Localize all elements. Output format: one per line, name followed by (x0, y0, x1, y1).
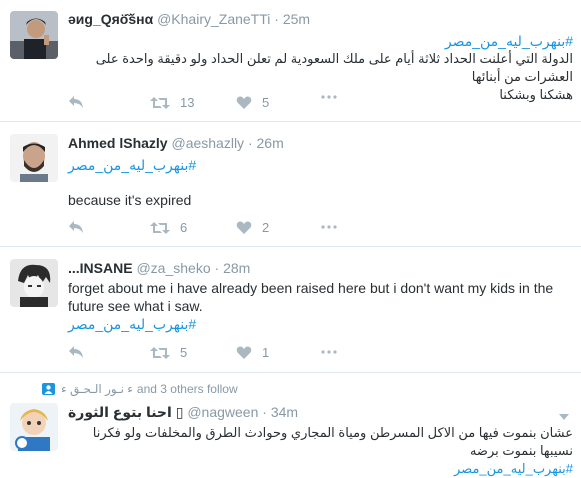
reply-icon (69, 346, 83, 358)
retweet-icon (150, 96, 170, 109)
heart-icon (236, 221, 252, 234)
reply-button[interactable] (68, 345, 84, 359)
user-name[interactable]: ...INSANE (68, 260, 133, 276)
retweet-count: 6 (180, 220, 188, 235)
like-count: 2 (262, 220, 270, 235)
tweet: ...INSANE @za_sheko · 28m forget about m… (0, 247, 581, 373)
retweet-count: 5 (180, 345, 188, 360)
tweet-text: because it's expired (68, 192, 192, 208)
hashtag-link[interactable]: #بنهرب_ليه_من_مصر (445, 33, 573, 49)
hashtag-link[interactable]: #بنهرب_ليه_من_مصر (68, 316, 196, 332)
reply-button[interactable] (68, 220, 84, 234)
tweet-text-line: future see what i saw. (68, 298, 203, 314)
like-count: 1 (262, 345, 270, 360)
timestamp[interactable]: 34m (271, 404, 298, 420)
tweet-text: forget about me i have already been rais… (68, 279, 573, 315)
avatar[interactable] (10, 403, 58, 451)
user-handle[interactable]: @nagween (187, 404, 258, 420)
tweet: Ahmed lShazly @aeshazlly · 26m #بنهرب_لي… (0, 122, 581, 247)
hashtag-link[interactable]: #بنهرب_ليه_من_مصر (68, 460, 573, 478)
tweet: ǝиg_Qяӧ͂šнα @Khairy_ZaneTTi · 25m #بنهرب… (0, 0, 581, 122)
tweet-header: احنا بتوع الثورة ▯ @nagween · 34m (68, 404, 299, 420)
more-button[interactable] (321, 350, 337, 354)
avatar[interactable] (10, 134, 58, 182)
like-button[interactable]: 2 (236, 220, 269, 235)
like-button[interactable]: 5 (236, 95, 269, 110)
user-handle[interactable]: @Khairy_ZaneTTi (157, 11, 270, 27)
heart-icon (236, 96, 252, 109)
avatar[interactable] (10, 259, 58, 307)
like-button[interactable]: 1 (236, 345, 269, 360)
user-handle[interactable]: @za_sheko (136, 260, 210, 276)
hashtag-line: #بنهرب_ليه_من_مصر (68, 32, 573, 50)
chevron-down-icon[interactable] (559, 409, 569, 423)
tweet-text-line: forget about me i have already been rais… (68, 280, 554, 296)
more-icon (321, 225, 337, 229)
retweet-count: 13 (180, 95, 195, 110)
avatar[interactable] (10, 11, 58, 59)
more-button[interactable] (321, 225, 337, 229)
reply-button[interactable] (68, 95, 84, 109)
hashtag-line: #بنهرب_ليه_من_مصر (68, 315, 573, 333)
heart-icon (236, 346, 252, 359)
hashtag-link[interactable]: #بنهرب_ليه_من_مصر (68, 157, 196, 173)
hashtag-line: #بنهرب_ليه_من_مصر (68, 156, 573, 174)
user-name[interactable]: احنا بتوع الثورة (68, 404, 172, 420)
tweet-text-line: عشان بنموت فيها من الاكل المسرطن ومياة ا… (92, 425, 573, 458)
like-count: 5 (262, 95, 270, 110)
more-icon (321, 95, 337, 99)
more-button[interactable] (321, 95, 337, 99)
user-name[interactable]: ǝиg_Qяӧ͂šнα (68, 11, 153, 27)
timestamp[interactable]: 28m (223, 260, 250, 276)
name-emoji-icon: ▯ (175, 404, 184, 420)
tweet: احنا بتوع الثورة ▯ @nagween · 34m عشان ب… (0, 373, 581, 476)
user-name[interactable]: Ahmed lShazly (68, 135, 168, 151)
retweet-button[interactable]: 6 (150, 220, 187, 235)
tweet-header: ...INSANE @za_sheko · 28m (68, 260, 251, 276)
tweet-text: عشان بنموت فيها من الاكل المسرطن ومياة ا… (68, 424, 573, 478)
retweet-icon (150, 221, 170, 234)
user-handle[interactable]: @aeshazlly (171, 135, 244, 151)
timestamp[interactable]: 26m (257, 135, 284, 151)
reply-icon (69, 221, 83, 233)
tweet-header: ǝиg_Qяӧ͂šнα @Khairy_ZaneTTi · 25m (68, 11, 311, 27)
reply-icon (69, 96, 83, 108)
retweet-button[interactable]: 5 (150, 345, 187, 360)
more-icon (321, 350, 337, 354)
tweet-header: Ahmed lShazly @aeshazlly · 26m (68, 135, 284, 151)
retweet-icon (150, 346, 170, 359)
tweet-text-line: الدولة التي أعلنت الحداد ثلاثة أيام على … (95, 51, 573, 84)
timestamp[interactable]: 25m (283, 11, 310, 27)
retweet-button[interactable]: 13 (150, 95, 194, 110)
